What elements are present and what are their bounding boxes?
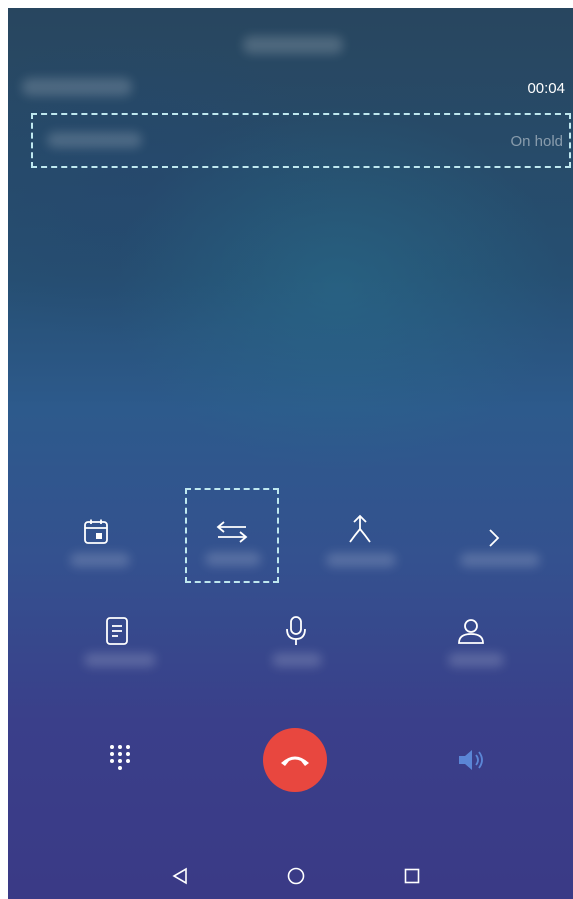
contact-icon[interactable]	[456, 616, 486, 646]
swap-icon	[216, 521, 248, 543]
held-call-row[interactable]: On hold	[31, 113, 571, 168]
microphone-icon[interactable]	[284, 615, 308, 647]
notes-icon[interactable]	[104, 616, 130, 646]
contacts-label-blurred	[448, 653, 504, 667]
held-caller-number-blurred	[47, 132, 142, 148]
merge-icon[interactable]	[345, 513, 375, 545]
hang-up-icon	[281, 756, 309, 766]
held-call-status: On hold	[510, 133, 563, 150]
more-label-blurred	[460, 553, 540, 567]
hold-label-blurred	[70, 553, 130, 567]
call-duration: 00:04	[527, 80, 565, 97]
mute-label-blurred	[272, 653, 322, 667]
caller-name-blurred	[243, 36, 343, 54]
chevron-right-icon[interactable]	[486, 527, 502, 549]
speaker-icon[interactable]	[456, 747, 488, 773]
dialpad-icon[interactable]	[108, 743, 132, 775]
active-caller-number-blurred	[22, 78, 132, 96]
home-circle-icon[interactable]	[286, 866, 306, 886]
calendar-hold-icon[interactable]	[82, 518, 110, 546]
swap-label-blurred	[205, 552, 261, 566]
navigation-bar	[8, 855, 573, 899]
swap-calls-button[interactable]	[185, 488, 279, 583]
notes-label-blurred	[84, 653, 156, 667]
merge-label-blurred	[326, 553, 396, 567]
end-call-button[interactable]	[263, 728, 327, 792]
recents-square-icon[interactable]	[402, 866, 422, 886]
back-triangle-icon[interactable]	[170, 866, 190, 886]
in-call-screen: 00:04 On hold	[8, 8, 573, 899]
